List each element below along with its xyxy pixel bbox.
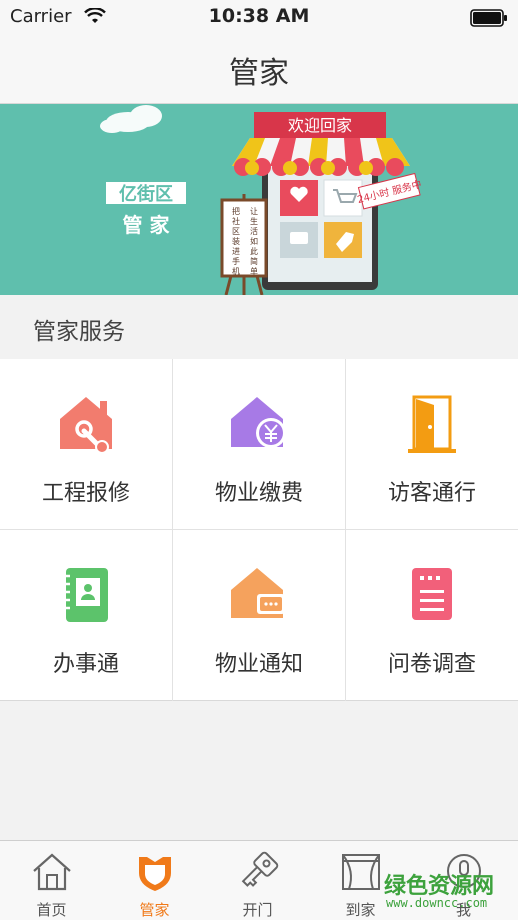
banner-illustration: 亿街区 管 家 欢迎回家 24小时 服务中 把社区 装进手机 让生活 如此简单 (100, 105, 423, 295)
contact-book-icon (62, 568, 108, 622)
tab-label: 开门 (242, 901, 273, 919)
survey-icon (412, 568, 452, 620)
tab-butler[interactable]: 管家 (103, 841, 206, 920)
service-survey[interactable]: 问卷调查 (346, 530, 518, 701)
svg-text:机: 机 (232, 266, 240, 276)
watermark: 绿色资源网 www.downcc.com (384, 868, 514, 918)
service-label: 访客通行 (387, 481, 476, 506)
svg-text:此: 此 (250, 246, 258, 256)
svg-text:活: 活 (250, 226, 258, 236)
tab-home[interactable]: 首页 (0, 841, 103, 920)
svg-text:欢迎回家: 欢迎回家 (288, 116, 352, 135)
svg-text:社: 社 (232, 216, 240, 226)
house-wrench-icon (60, 397, 112, 454)
door-icon (408, 395, 456, 453)
service-label: 工程报修 (41, 481, 130, 506)
svg-text:如: 如 (250, 236, 258, 246)
service-label: 物业缴费 (214, 481, 303, 506)
service-label: 物业通知 (214, 652, 303, 677)
battery-icon (470, 9, 507, 27)
page-title: 管家 (229, 56, 289, 91)
shield-icon (138, 857, 171, 891)
tab-label: 首页 (36, 901, 67, 919)
promo-banner[interactable]: 亿街区 管 家 欢迎回家 24小时 服务中 把 社 区 装 进 手 机 让 生 … (0, 104, 518, 295)
service-label: 办事通 (52, 652, 119, 677)
svg-text:简: 简 (250, 256, 258, 266)
window-icon (341, 854, 380, 890)
section-header: 管家服务 (0, 295, 518, 359)
status-bar: Carrier 10:38 AM (0, 0, 518, 36)
watermark-url: www.downcc.com (386, 896, 488, 910)
svg-text:进: 进 (232, 247, 240, 256)
service-label: 问卷调查 (387, 652, 476, 677)
service-affairs[interactable]: 办事通 (0, 530, 172, 701)
svg-text:把: 把 (232, 206, 240, 216)
svg-text:亿街区: 亿街区 (119, 183, 173, 205)
svg-text:装: 装 (232, 236, 240, 246)
service-visitor[interactable]: 访客通行 (346, 359, 518, 530)
service-repair[interactable]: 工程报修 (0, 359, 172, 530)
svg-text:区: 区 (232, 227, 240, 236)
service-notice[interactable]: 物业通知 (173, 530, 345, 701)
home-icon (32, 853, 71, 891)
svg-text:生: 生 (250, 216, 258, 226)
navigation-bar: 管家 (0, 36, 518, 104)
service-grid: 工程报修 物业缴费 访客通行 办事通 物业通知 问卷调查 (0, 359, 518, 701)
svg-text:让: 让 (250, 206, 258, 216)
house-yen-icon (231, 397, 286, 448)
house-message-icon (231, 568, 285, 618)
status-time: 10:38 AM (208, 5, 310, 27)
tab-label: 管家 (139, 901, 170, 919)
svg-text:单: 单 (250, 266, 258, 276)
tab-open-door[interactable]: 开门 (206, 841, 309, 920)
svg-text:手: 手 (232, 256, 240, 266)
section-title: 管家服务 (33, 319, 125, 345)
svg-text:管 家: 管 家 (123, 213, 171, 237)
service-payment[interactable]: 物业缴费 (173, 359, 345, 530)
key-icon (241, 851, 278, 887)
